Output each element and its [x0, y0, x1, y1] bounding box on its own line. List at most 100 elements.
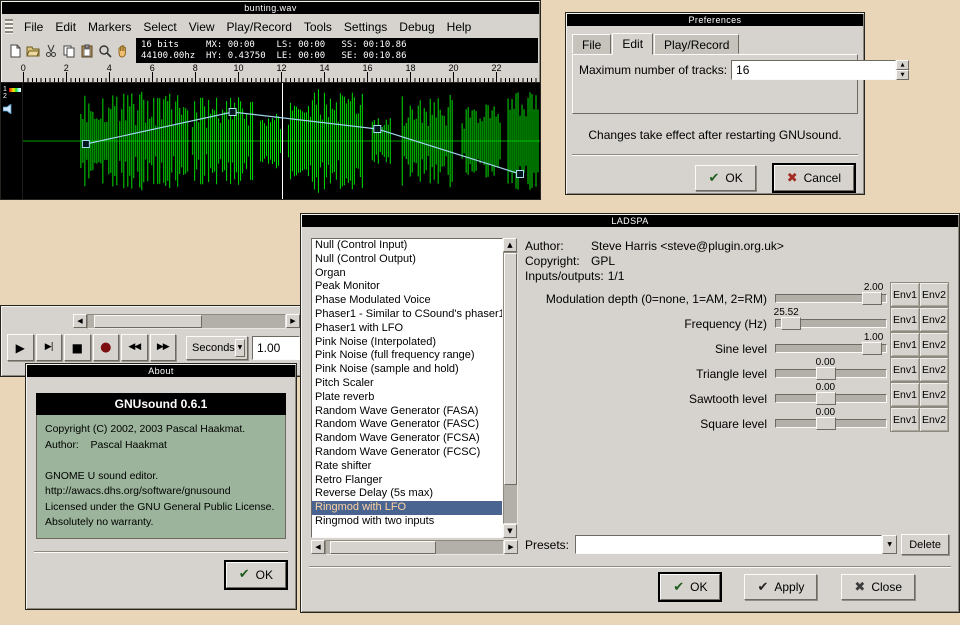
scrollbar-trough[interactable] — [503, 252, 518, 524]
zoom-button[interactable] — [96, 41, 113, 60]
plugin-list-item[interactable]: Random Wave Generator (FCSC) — [312, 446, 502, 460]
paste-button[interactable] — [78, 41, 95, 60]
envelope-handle[interactable] — [82, 141, 89, 148]
menu-item[interactable]: Settings — [338, 17, 393, 37]
env2-button[interactable]: Env2 — [919, 282, 949, 307]
envelope-handle[interactable] — [374, 126, 381, 133]
plugin-list-item[interactable]: Phaser1 - Similar to CSound's phaser1 — [312, 308, 502, 322]
plugin-list-item[interactable]: Random Wave Generator (FASA) — [312, 405, 502, 419]
menu-item[interactable]: Edit — [49, 17, 82, 37]
step-input[interactable] — [252, 336, 300, 360]
scrollbar-trough[interactable] — [87, 314, 286, 329]
slider-handle[interactable] — [816, 417, 836, 430]
scroll-right-button[interactable]: ▶ — [504, 540, 518, 554]
max-tracks-input[interactable] — [731, 60, 896, 80]
plugin-list-item[interactable]: Ringmod with LFO — [312, 501, 502, 515]
rewind-button[interactable]: ◀◀ — [121, 334, 148, 361]
plugin-list-item[interactable]: Random Wave Generator (FCSA) — [312, 432, 502, 446]
plugin-list-item[interactable]: Organ — [312, 267, 502, 281]
ok-button[interactable]: ✔OK — [660, 574, 720, 600]
ok-button[interactable]: ✔OK — [695, 165, 755, 191]
plugin-list-item[interactable]: Peak Monitor — [312, 280, 502, 294]
env1-button[interactable]: Env1 — [890, 407, 920, 432]
plugin-list[interactable]: Null (Control Input)Null (Control Output… — [311, 238, 503, 538]
control-slider[interactable]: 0.00 — [775, 407, 887, 432]
menu-item[interactable]: File — [18, 17, 49, 37]
plugin-list-item[interactable]: Phaser1 with LFO — [312, 322, 502, 336]
apply-button[interactable]: ✔Apply — [744, 574, 817, 600]
menu-item[interactable]: Markers — [82, 17, 137, 37]
presets-input[interactable] — [575, 535, 882, 554]
menu-item[interactable]: Play/Record — [221, 17, 298, 37]
plugin-list-item[interactable]: Pitch Scaler — [312, 377, 502, 391]
menu-item[interactable]: Select — [137, 17, 182, 37]
titlebar[interactable]: bunting.wav — [2, 2, 539, 14]
horizontal-scrollbar[interactable]: ◀ ▶ — [73, 314, 300, 329]
env1-button[interactable]: Env1 — [890, 307, 920, 332]
tab-edit[interactable]: Edit — [612, 33, 653, 55]
envelope-handle[interactable] — [229, 109, 236, 116]
plugin-list-item[interactable]: Random Wave Generator (FASC) — [312, 418, 502, 432]
scroll-up-button[interactable]: ▲ — [503, 238, 517, 252]
plugin-list-item[interactable]: Rate shifter — [312, 460, 502, 474]
waveform-canvas[interactable] — [23, 83, 540, 199]
plugin-list-item[interactable]: Phase Modulated Voice — [312, 294, 502, 308]
delete-preset-button[interactable]: Delete — [901, 534, 949, 555]
env2-button[interactable]: Env2 — [919, 407, 949, 432]
slider-handle[interactable] — [816, 392, 836, 405]
env2-button[interactable]: Env2 — [919, 357, 949, 382]
record-button[interactable]: ● — [93, 334, 120, 361]
presets-combo[interactable]: ▼ — [575, 535, 897, 554]
tab-file[interactable]: File — [572, 34, 611, 54]
stop-button[interactable]: ■ — [64, 334, 91, 361]
control-slider[interactable]: 2.00 — [775, 282, 887, 307]
spin-up-button[interactable]: ▲ — [896, 60, 909, 70]
ok-button[interactable]: ✔OK — [226, 562, 286, 588]
copy-button[interactable] — [60, 41, 77, 60]
waveform-area[interactable]: 1 2 — [1, 83, 540, 199]
scroll-left-button[interactable]: ◀ — [311, 540, 325, 554]
plugin-list-vertical-scrollbar[interactable]: ▲ ▼ — [503, 238, 518, 538]
slider-handle[interactable] — [862, 292, 882, 305]
plugin-list-item[interactable]: Null (Control Output) — [312, 253, 502, 267]
plugin-list-item[interactable]: Retro Flanger — [312, 474, 502, 488]
slider-handle[interactable] — [816, 367, 836, 380]
scrollbar-thumb[interactable] — [330, 541, 436, 554]
new-file-button[interactable] — [6, 41, 23, 60]
cut-button[interactable] — [42, 41, 59, 60]
cancel-button[interactable]: ✖Cancel — [774, 165, 854, 191]
scroll-down-button[interactable]: ▼ — [503, 524, 517, 538]
scrollbar-trough[interactable] — [325, 540, 504, 555]
close-button[interactable]: ✖Close — [841, 574, 915, 600]
open-file-button[interactable] — [24, 41, 41, 60]
env1-button[interactable]: Env1 — [890, 332, 920, 357]
slider-handle[interactable] — [781, 317, 801, 330]
plugin-list-item[interactable]: Pink Noise (sample and hold) — [312, 363, 502, 377]
time-ruler[interactable]: 0246810121416182022 — [1, 63, 540, 83]
scrollbar-thumb[interactable] — [94, 315, 202, 328]
scroll-left-button[interactable]: ◀ — [73, 314, 87, 328]
plugin-list-item[interactable]: Reverse Delay (5s max) — [312, 487, 502, 501]
plugin-list-horizontal-scrollbar[interactable]: ◀ ▶ — [311, 540, 518, 555]
titlebar[interactable]: LADSPA — [302, 215, 958, 227]
env2-button[interactable]: Env2 — [919, 382, 949, 407]
scrollbar-thumb[interactable] — [504, 253, 517, 485]
plugin-list-item[interactable]: Pink Noise (full frequency range) — [312, 349, 502, 363]
menu-item[interactable]: Tools — [298, 17, 338, 37]
fast-forward-button[interactable]: ▶▶ — [150, 334, 177, 361]
unit-select[interactable]: Seconds ▼ — [186, 336, 248, 360]
plugin-list-item[interactable]: Plate reverb — [312, 391, 502, 405]
grab-button[interactable] — [114, 41, 131, 60]
skip-to-end-button[interactable]: ▶| — [36, 334, 63, 361]
tab-play-record[interactable]: Play/Record — [654, 34, 739, 54]
menu-item[interactable]: Debug — [393, 17, 440, 37]
control-slider[interactable]: 0.00 — [775, 382, 887, 407]
slider-handle[interactable] — [862, 342, 882, 355]
control-slider[interactable]: 25.52 — [775, 307, 887, 332]
env2-button[interactable]: Env2 — [919, 307, 949, 332]
plugin-list-item[interactable]: Null (Control Input) — [312, 239, 502, 253]
control-slider[interactable]: 0.00 — [775, 357, 887, 382]
envelope-handle[interactable] — [517, 171, 524, 178]
scroll-right-button[interactable]: ▶ — [286, 314, 300, 328]
presets-combo-arrow[interactable]: ▼ — [882, 535, 897, 554]
